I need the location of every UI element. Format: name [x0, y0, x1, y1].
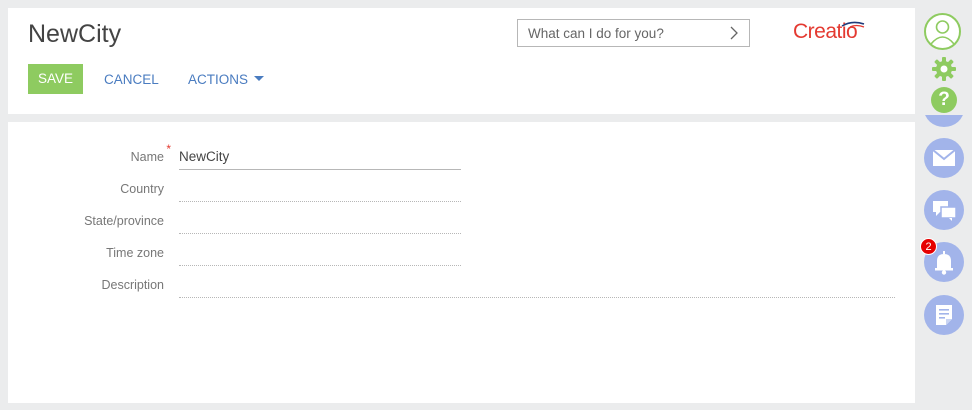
field-label-description: Description [101, 278, 164, 292]
user-avatar-icon[interactable] [924, 13, 961, 50]
search-input[interactable] [518, 20, 718, 46]
chat-button[interactable] [924, 190, 964, 230]
state-input-underline [179, 233, 461, 234]
notification-count-badge: 2 [920, 238, 937, 255]
name-input-underline [179, 169, 461, 170]
cancel-button[interactable]: CANCEL [104, 72, 159, 87]
field-row-state: State/province [8, 210, 915, 234]
field-label-timezone: Time zone [106, 246, 164, 260]
chat-icon [933, 201, 957, 221]
actions-button[interactable]: ACTIONS [188, 72, 265, 87]
description-input[interactable] [179, 275, 895, 297]
timezone-input-underline [179, 265, 461, 266]
feed-button[interactable] [924, 295, 964, 335]
timezone-input[interactable] [179, 243, 461, 265]
field-row-timezone: Time zone [8, 242, 915, 266]
command-search[interactable] [517, 19, 750, 47]
field-row-country: Country [8, 178, 915, 202]
email-icon [932, 149, 956, 166]
save-button[interactable]: SAVE [28, 64, 83, 94]
email-button[interactable] [924, 138, 964, 178]
name-input[interactable]: NewCity [179, 147, 461, 169]
actions-label: ACTIONS [188, 72, 249, 87]
field-label-country: Country [120, 182, 164, 196]
field-label-name: Name [130, 150, 164, 164]
caret-down-icon [254, 75, 265, 81]
description-input-underline [179, 297, 895, 298]
country-input-underline [179, 201, 461, 202]
field-row-name: Name * NewCity [8, 142, 915, 170]
field-row-description: Description [8, 274, 915, 298]
field-label-state: State/province [84, 214, 164, 228]
state-input[interactable] [179, 211, 461, 233]
chevron-right-icon[interactable] [727, 25, 741, 41]
header-card: NewCity Creatio SAVE CANCEL ACTIONS [8, 8, 915, 114]
form-card: Name * NewCity Country State/province Ti… [8, 122, 915, 403]
gear-icon[interactable] [931, 56, 957, 82]
document-icon [936, 305, 952, 325]
country-input[interactable] [179, 179, 461, 201]
page-title: NewCity [28, 20, 122, 48]
required-indicator: * [166, 142, 171, 156]
logo-swoosh-icon [841, 21, 865, 28]
help-icon[interactable]: ? [931, 87, 957, 113]
